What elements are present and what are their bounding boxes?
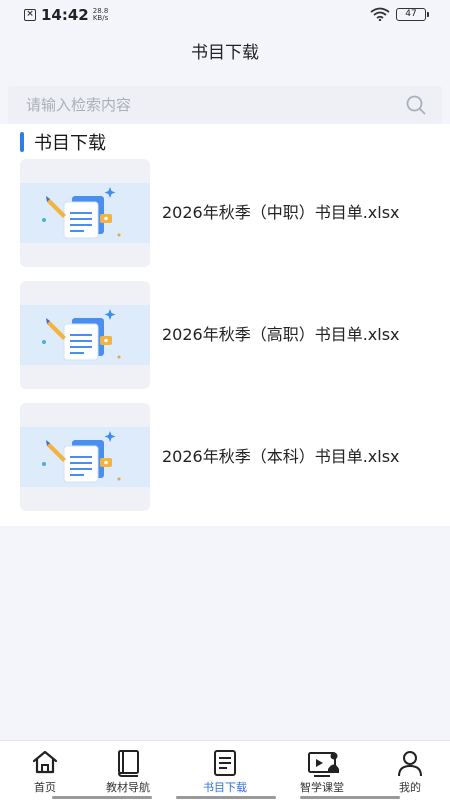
status-right: 47: [370, 7, 429, 21]
battery-icon: 47: [396, 7, 429, 21]
close-box-icon: ×: [24, 9, 36, 21]
document-pencil-icon: [42, 309, 121, 361]
gesture-bar: [176, 796, 276, 799]
document-pencil-icon: [42, 431, 121, 483]
file-thumbnail: [20, 159, 150, 267]
status-bar: × 14:42 28.8 KB/s 47: [0, 0, 450, 30]
status-time: 14:42: [41, 6, 89, 24]
section-title: 书目下载: [34, 133, 106, 154]
network-speed: 28.8 KB/s: [93, 8, 109, 22]
status-left: × 14:42 28.8 KB/s: [24, 6, 108, 24]
gesture-bar: [52, 796, 152, 799]
tab-profile[interactable]: 我的: [365, 741, 450, 800]
tab-home-label: 首页: [34, 781, 56, 794]
gesture-bar: [300, 796, 400, 799]
list-document-icon: [214, 750, 236, 776]
file-name: 2026年秋季（高职）书目单.xlsx: [162, 325, 400, 344]
tab-booklist[interactable]: 书目下载: [180, 741, 270, 800]
tab-textbook-nav-label: 教材导航: [106, 781, 150, 794]
network-speed-unit: KB/s: [92, 14, 109, 22]
tab-booklist-label: 书目下载: [203, 781, 247, 794]
page-header: 书目下载: [0, 30, 450, 76]
book-icon: [118, 750, 139, 777]
file-name: 2026年秋季（中职）书目单.xlsx: [162, 203, 400, 222]
file-item[interactable]: 2026年秋季（本科）书目单.xlsx: [0, 403, 450, 511]
tab-home[interactable]: 首页: [0, 741, 90, 800]
file-thumbnail: [20, 403, 150, 511]
user-icon: [398, 751, 422, 777]
tab-smart-classroom-label: 智学课堂: [300, 781, 344, 794]
search-input[interactable]: 请输入检索内容: [8, 86, 442, 124]
file-item[interactable]: 2026年秋季（高职）书目单.xlsx: [0, 281, 450, 389]
tab-smart-classroom[interactable]: 智学课堂: [277, 741, 367, 800]
bottom-tabbar: 首页 教材导航 书目下载 智学课堂 我的: [0, 740, 450, 800]
document-pencil-icon: [42, 187, 121, 239]
content-panel: 书目下载 2026年秋季（中职）书目单.xlsx 2026年秋季（高职）书目单.…: [0, 124, 450, 526]
file-name: 2026年秋季（本科）书目单.xlsx: [162, 447, 400, 466]
search-placeholder: 请输入检索内容: [26, 96, 132, 114]
page-title: 书目下载: [191, 43, 259, 63]
battery-level: 47: [405, 8, 417, 19]
tab-textbook-nav[interactable]: 教材导航: [83, 741, 173, 800]
file-item[interactable]: 2026年秋季（中职）书目单.xlsx: [0, 159, 450, 267]
tab-profile-label: 我的: [399, 781, 421, 794]
search-icon[interactable]: [406, 95, 426, 115]
file-thumbnail: [20, 281, 150, 389]
section-header: 书目下载: [20, 130, 106, 154]
section-accent-bar: [20, 132, 24, 152]
wifi-icon: [370, 7, 390, 21]
classroom-icon: [308, 752, 339, 777]
home-icon: [32, 750, 58, 774]
